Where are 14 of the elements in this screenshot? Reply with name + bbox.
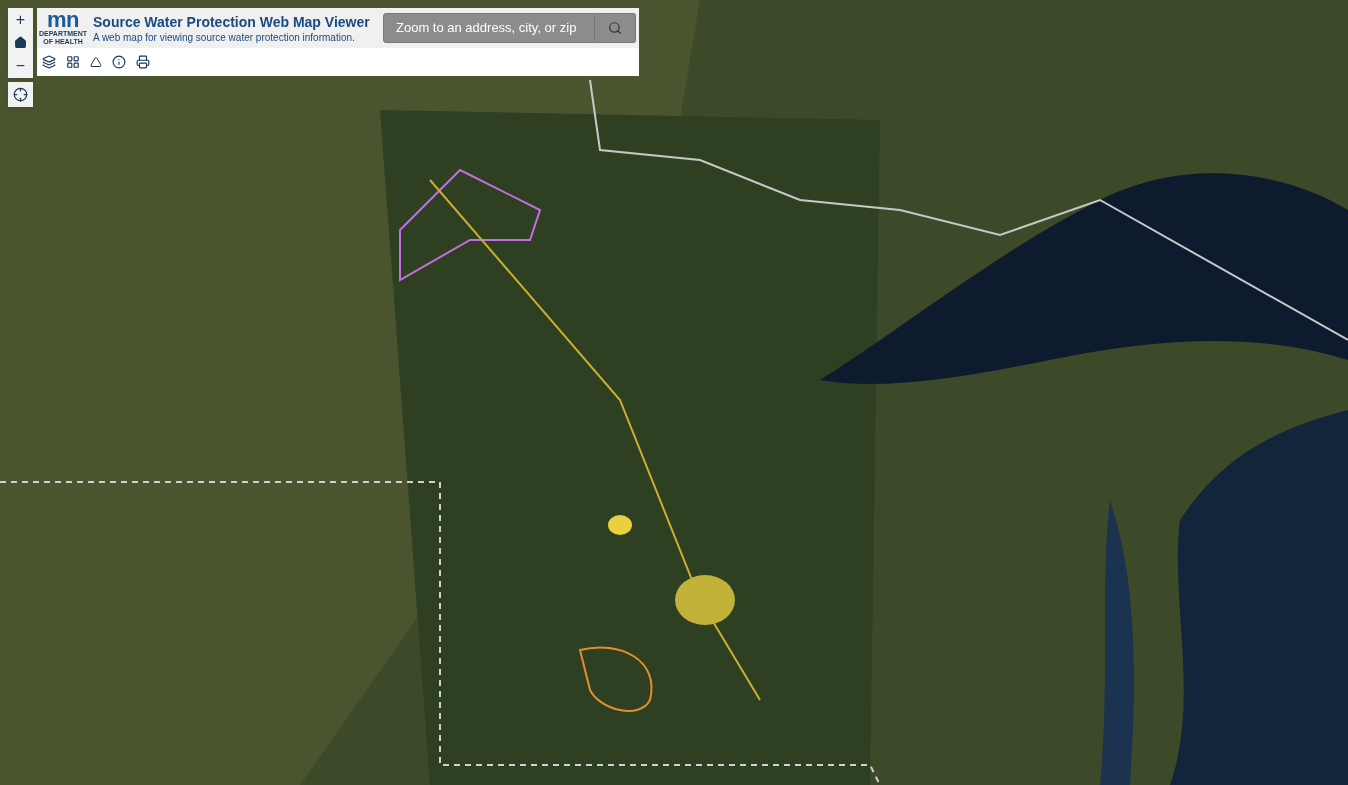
home-icon[interactable]: [14, 36, 27, 50]
app-title: Source Water Protection Web Map Viewer: [93, 12, 371, 31]
search-icon: [608, 21, 622, 35]
grid-icon[interactable]: [66, 55, 80, 69]
locate-button[interactable]: [8, 82, 33, 107]
zoom-in-button[interactable]: +: [15, 12, 26, 29]
app-subtitle: A web map for viewing source water protection information.: [93, 30, 356, 44]
info-icon[interactable]: [112, 55, 126, 69]
logo-mark: mn: [47, 10, 79, 30]
layers-icon[interactable]: [42, 55, 56, 69]
locate-icon: [13, 87, 28, 102]
print-icon[interactable]: [136, 55, 150, 69]
search-field[interactable]: Zoom to an address, city, or zip: [383, 13, 595, 43]
zoom-out-button[interactable]: −: [15, 57, 26, 74]
